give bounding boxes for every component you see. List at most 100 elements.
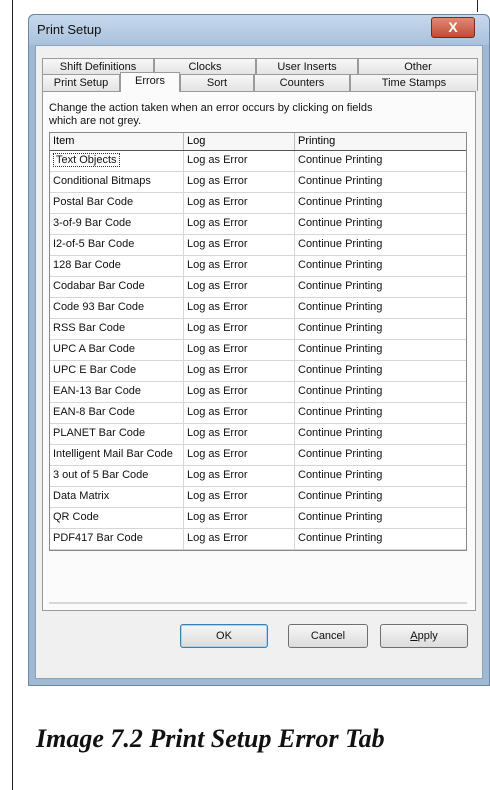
error-actions-grid: Item Log Printing Text Objects Log as Err… (49, 132, 467, 551)
log-cell[interactable]: Log as Error (184, 487, 295, 507)
tab-user-inserts[interactable]: User Inserts (256, 58, 358, 75)
printing-cell[interactable]: Continue Printing (295, 445, 466, 465)
table-row: UPC E Bar Code Log as Error Continue Print… (50, 361, 466, 382)
table-row: Intelligent Mail Bar Code Log as Error Con… (50, 445, 466, 466)
close-button[interactable]: X (431, 17, 475, 38)
item-cell: UPC E Bar Code (50, 361, 184, 381)
item-cell: Code 93 Bar Code (50, 298, 184, 318)
table-row: Data Matrix Log as Error Continue Printing (50, 487, 466, 508)
item-cell: 128 Bar Code (50, 256, 184, 276)
printing-cell[interactable]: Continue Printing (295, 214, 466, 234)
log-cell[interactable]: Log as Error (184, 382, 295, 402)
apply-accelerator: A (410, 630, 418, 642)
dialog-client-area: Shift Definitions Clocks User Inserts Ot… (35, 45, 483, 679)
printing-cell[interactable]: Continue Printing (295, 424, 466, 444)
table-row: PDF417 Bar Code Log as Error Continue Prin… (50, 529, 466, 550)
printing-cell[interactable]: Continue Printing (295, 382, 466, 402)
tab-errors[interactable]: Errors (120, 72, 180, 92)
item-cell: 3-of-9 Bar Code (50, 214, 184, 234)
printing-cell[interactable]: Continue Printing (295, 487, 466, 507)
figure-caption: Image 7.2 Print Setup Error Tab (36, 724, 385, 753)
table-row: 128 Bar Code Log as Error Continue Printin… (50, 256, 466, 277)
log-cell[interactable]: Log as Error (184, 319, 295, 339)
printing-cell[interactable]: Continue Printing (295, 151, 466, 171)
printing-cell[interactable]: Continue Printing (295, 529, 466, 549)
printing-cell[interactable]: Continue Printing (295, 319, 466, 339)
item-cell: PLANET Bar Code (50, 424, 184, 444)
item-cell: EAN-13 Bar Code (50, 382, 184, 402)
table-row: RSS Bar Code Log as Error Continue Printin… (50, 319, 466, 340)
tab-sort[interactable]: Sort (180, 74, 254, 91)
item-cell: 3 out of 5 Bar Code (50, 466, 184, 486)
log-cell[interactable]: Log as Error (184, 424, 295, 444)
log-cell[interactable]: Log as Error (184, 256, 295, 276)
errors-tab-panel: Change the action taken when an error oc… (42, 91, 476, 611)
grid-header: Item Log Printing (50, 133, 466, 151)
window-title: Print Setup (37, 22, 102, 37)
table-row: EAN-13 Bar Code Log as Error Continue Prin… (50, 382, 466, 403)
page-frame-right (477, 0, 478, 12)
item-cell: Text Objects (50, 151, 184, 171)
apply-button[interactable]: Apply (380, 624, 468, 648)
table-row: Code 93 Bar Code Log as Error Continue Pri… (50, 298, 466, 319)
tab-other[interactable]: Other (358, 58, 478, 75)
log-cell[interactable]: Log as Error (184, 298, 295, 318)
printing-cell[interactable]: Continue Printing (295, 172, 466, 192)
cancel-button[interactable]: Cancel (288, 624, 368, 648)
column-header-printing[interactable]: Printing (295, 133, 466, 150)
log-cell[interactable]: Log as Error (184, 214, 295, 234)
grid-body: Text Objects Log as Error Continue Printin… (50, 151, 466, 550)
item-cell: QR Code (50, 508, 184, 528)
printing-cell[interactable]: Continue Printing (295, 361, 466, 381)
printing-cell[interactable]: Continue Printing (295, 193, 466, 213)
print-setup-dialog: Print Setup X Shift Definitions Clocks U… (28, 14, 490, 686)
printing-cell[interactable]: Continue Printing (295, 403, 466, 423)
log-cell[interactable]: Log as Error (184, 151, 295, 171)
page-frame-left (12, 0, 13, 790)
printing-cell[interactable]: Continue Printing (295, 298, 466, 318)
item-cell: PDF417 Bar Code (50, 529, 184, 549)
log-cell[interactable]: Log as Error (184, 466, 295, 486)
column-header-log[interactable]: Log (184, 133, 295, 150)
ok-button[interactable]: OK (180, 624, 268, 648)
tab-counters[interactable]: Counters (254, 74, 350, 91)
table-row: 3-of-9 Bar Code Log as Error Continue Prin… (50, 214, 466, 235)
column-header-item[interactable]: Item (50, 133, 184, 150)
printing-cell[interactable]: Continue Printing (295, 508, 466, 528)
table-row: EAN-8 Bar Code Log as Error Continue Print… (50, 403, 466, 424)
log-cell[interactable]: Log as Error (184, 445, 295, 465)
log-cell[interactable]: Log as Error (184, 172, 295, 192)
instructions-text: Change the action taken when an error oc… (49, 102, 373, 127)
printing-cell[interactable]: Continue Printing (295, 235, 466, 255)
table-row: Postal Bar Code Log as Error Continue Prin… (50, 193, 466, 214)
log-cell[interactable]: Log as Error (184, 361, 295, 381)
grid-bottom-edge (49, 602, 467, 604)
item-cell: Postal Bar Code (50, 193, 184, 213)
item-cell: Intelligent Mail Bar Code (50, 445, 184, 465)
log-cell[interactable]: Log as Error (184, 193, 295, 213)
table-row: Text Objects Log as Error Continue Printin… (50, 151, 466, 172)
item-cell: Data Matrix (50, 487, 184, 507)
printing-cell[interactable]: Continue Printing (295, 340, 466, 360)
item-cell: I2-of-5 Bar Code (50, 235, 184, 255)
item-cell: Conditional Bitmaps (50, 172, 184, 192)
printing-cell[interactable]: Continue Printing (295, 256, 466, 276)
item-cell: UPC A Bar Code (50, 340, 184, 360)
log-cell[interactable]: Log as Error (184, 529, 295, 549)
log-cell[interactable]: Log as Error (184, 340, 295, 360)
focused-cell-text: Text Objects (53, 153, 120, 167)
table-row: PLANET Bar Code Log as Error Continue Prin… (50, 424, 466, 445)
log-cell[interactable]: Log as Error (184, 277, 295, 297)
printing-cell[interactable]: Continue Printing (295, 277, 466, 297)
title-bar[interactable]: Print Setup X (29, 15, 489, 45)
tab-print-setup[interactable]: Print Setup (42, 74, 120, 91)
table-row: Codabar Bar Code Log as Error Continue Pri… (50, 277, 466, 298)
printing-cell[interactable]: Continue Printing (295, 466, 466, 486)
log-cell[interactable]: Log as Error (184, 403, 295, 423)
apply-label: pply (417, 630, 438, 642)
table-row: 3 out of 5 Bar Code Log as Error Continue … (50, 466, 466, 487)
log-cell[interactable]: Log as Error (184, 235, 295, 255)
tab-time-stamps[interactable]: Time Stamps (350, 74, 478, 91)
table-row: I2-of-5 Bar Code Log as Error Continue Pri… (50, 235, 466, 256)
log-cell[interactable]: Log as Error (184, 508, 295, 528)
